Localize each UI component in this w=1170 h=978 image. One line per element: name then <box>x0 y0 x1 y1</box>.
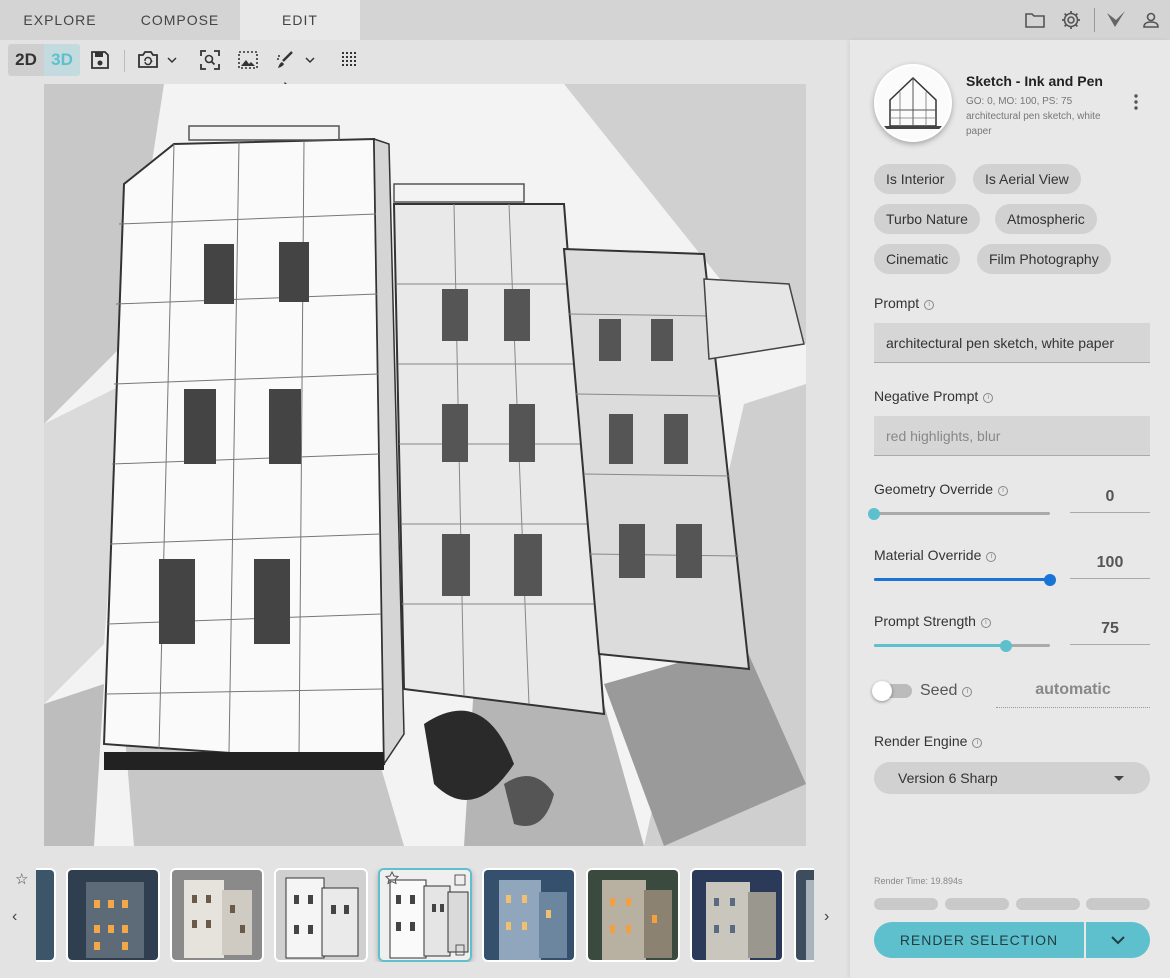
style-thumbnail <box>874 64 952 142</box>
tag-chip[interactable]: Is Interior <box>874 164 957 194</box>
top-bar: EXPLORE COMPOSE EDIT <box>0 0 1170 40</box>
thumbnail[interactable] <box>794 868 814 962</box>
seed-toggle[interactable] <box>872 681 912 701</box>
prompt-input[interactable] <box>874 323 1150 363</box>
tab-explore[interactable]: EXPLORE <box>0 0 120 40</box>
style-meta: GO: 0, MO: 100, PS: 75 architectural pen… <box>966 94 1116 139</box>
seed-label: Seed i <box>920 682 973 700</box>
tab-edit[interactable]: EDIT <box>240 0 360 40</box>
style-description: architectural pen sketch, white paper <box>966 111 1101 137</box>
progress-segment <box>945 898 1009 910</box>
progress-segment <box>1086 898 1150 910</box>
progress-segment <box>874 898 938 910</box>
thumbnail[interactable] <box>170 868 264 962</box>
toolbar-divider <box>124 50 125 72</box>
chevron-right-icon[interactable]: › <box>824 908 829 926</box>
info-icon[interactable]: i <box>972 738 983 748</box>
thumbnail[interactable] <box>36 868 56 962</box>
render-selection-button[interactable]: RENDER SELECTION <box>874 922 1084 958</box>
render-image <box>44 84 806 846</box>
camera-switch-icon[interactable] <box>136 48 182 72</box>
render-canvas[interactable] <box>44 84 806 846</box>
render-engine-select[interactable]: Version 6 Sharp <box>874 762 1150 794</box>
style-title: Sketch - Ink and Pen <box>966 73 1103 89</box>
favorite-star-icon[interactable]: ☆ <box>15 870 28 888</box>
negative-prompt-input[interactable] <box>874 416 1150 456</box>
material-override-value[interactable]: 100 <box>1070 547 1150 579</box>
grid-icon[interactable] <box>338 48 362 72</box>
chevron-down-icon <box>1111 936 1125 945</box>
tag-chip[interactable]: Film Photography <box>977 244 1111 274</box>
info-icon[interactable]: i <box>962 687 973 697</box>
focus-search-icon[interactable] <box>198 48 222 72</box>
thumbnail-selected[interactable] <box>378 868 472 962</box>
thumbnail[interactable] <box>586 868 680 962</box>
thumbnail[interactable] <box>690 868 784 962</box>
prompt-strength-value[interactable]: 75 <box>1070 613 1150 645</box>
brush-tool-icon[interactable] <box>274 48 320 72</box>
mode-3d-button[interactable]: 3D <box>44 44 80 76</box>
settings-panel: Sketch - Ink and Pen GO: 0, MO: 100, PS:… <box>850 40 1170 978</box>
prompt-strength-label: Prompt Strength i <box>874 613 991 629</box>
view-mode-toggle: 2D 3D <box>8 44 80 76</box>
prompt-label: Prompt i <box>874 295 935 311</box>
style-params: GO: 0, MO: 100, PS: 75 <box>966 96 1073 107</box>
geometry-override-label: Geometry Override i <box>874 481 1009 497</box>
tag-chip[interactable]: Turbo Nature <box>874 204 980 234</box>
material-override-slider[interactable] <box>874 572 1056 588</box>
tab-compose[interactable]: COMPOSE <box>120 0 240 40</box>
info-icon[interactable]: i <box>983 393 994 403</box>
more-options-icon[interactable] <box>1130 92 1142 117</box>
thumbnail[interactable] <box>274 868 368 962</box>
chevron-left-icon[interactable]: ‹ <box>12 908 17 926</box>
image-select-icon[interactable] <box>236 48 260 72</box>
info-icon[interactable]: i <box>998 486 1009 496</box>
geometry-override-slider[interactable] <box>868 506 1050 522</box>
user-icon[interactable] <box>1139 8 1163 32</box>
gear-icon[interactable] <box>1059 8 1083 32</box>
info-icon[interactable]: i <box>924 300 935 310</box>
thumbnail-list <box>36 868 814 962</box>
tag-chip[interactable]: Cinematic <box>874 244 961 274</box>
thumbnail[interactable] <box>66 868 160 962</box>
tag-chip[interactable]: Atmospheric <box>995 204 1097 234</box>
render-engine-value: Version 6 Sharp <box>898 770 998 786</box>
progress-segment <box>1016 898 1080 910</box>
material-override-label: Material Override i <box>874 547 997 563</box>
info-icon[interactable]: i <box>986 552 997 562</box>
divider <box>1094 8 1095 32</box>
dropdown-caret-icon <box>1114 776 1124 781</box>
negative-prompt-label: Negative Prompt i <box>874 388 994 404</box>
tag-chip[interactable]: Is Aerial View <box>973 164 1081 194</box>
edit-toolbar: 2D 3D <box>0 40 850 80</box>
save-icon[interactable] <box>88 48 112 72</box>
thumbnail[interactable] <box>482 868 576 962</box>
logo-icon <box>1104 8 1128 32</box>
geometry-override-value[interactable]: 0 <box>1070 481 1150 513</box>
render-history-strip: ☆ ‹ › <box>0 860 850 970</box>
mode-2d-button[interactable]: 2D <box>8 44 44 76</box>
folder-icon[interactable] <box>1023 8 1047 32</box>
seed-value[interactable]: automatic <box>996 672 1150 708</box>
render-options-dropdown[interactable] <box>1086 922 1150 958</box>
render-time: Render Time: 19.894s <box>874 876 963 886</box>
render-engine-label: Render Engine i <box>874 733 983 749</box>
prompt-strength-slider[interactable] <box>874 638 1050 654</box>
info-icon[interactable]: i <box>980 618 991 628</box>
